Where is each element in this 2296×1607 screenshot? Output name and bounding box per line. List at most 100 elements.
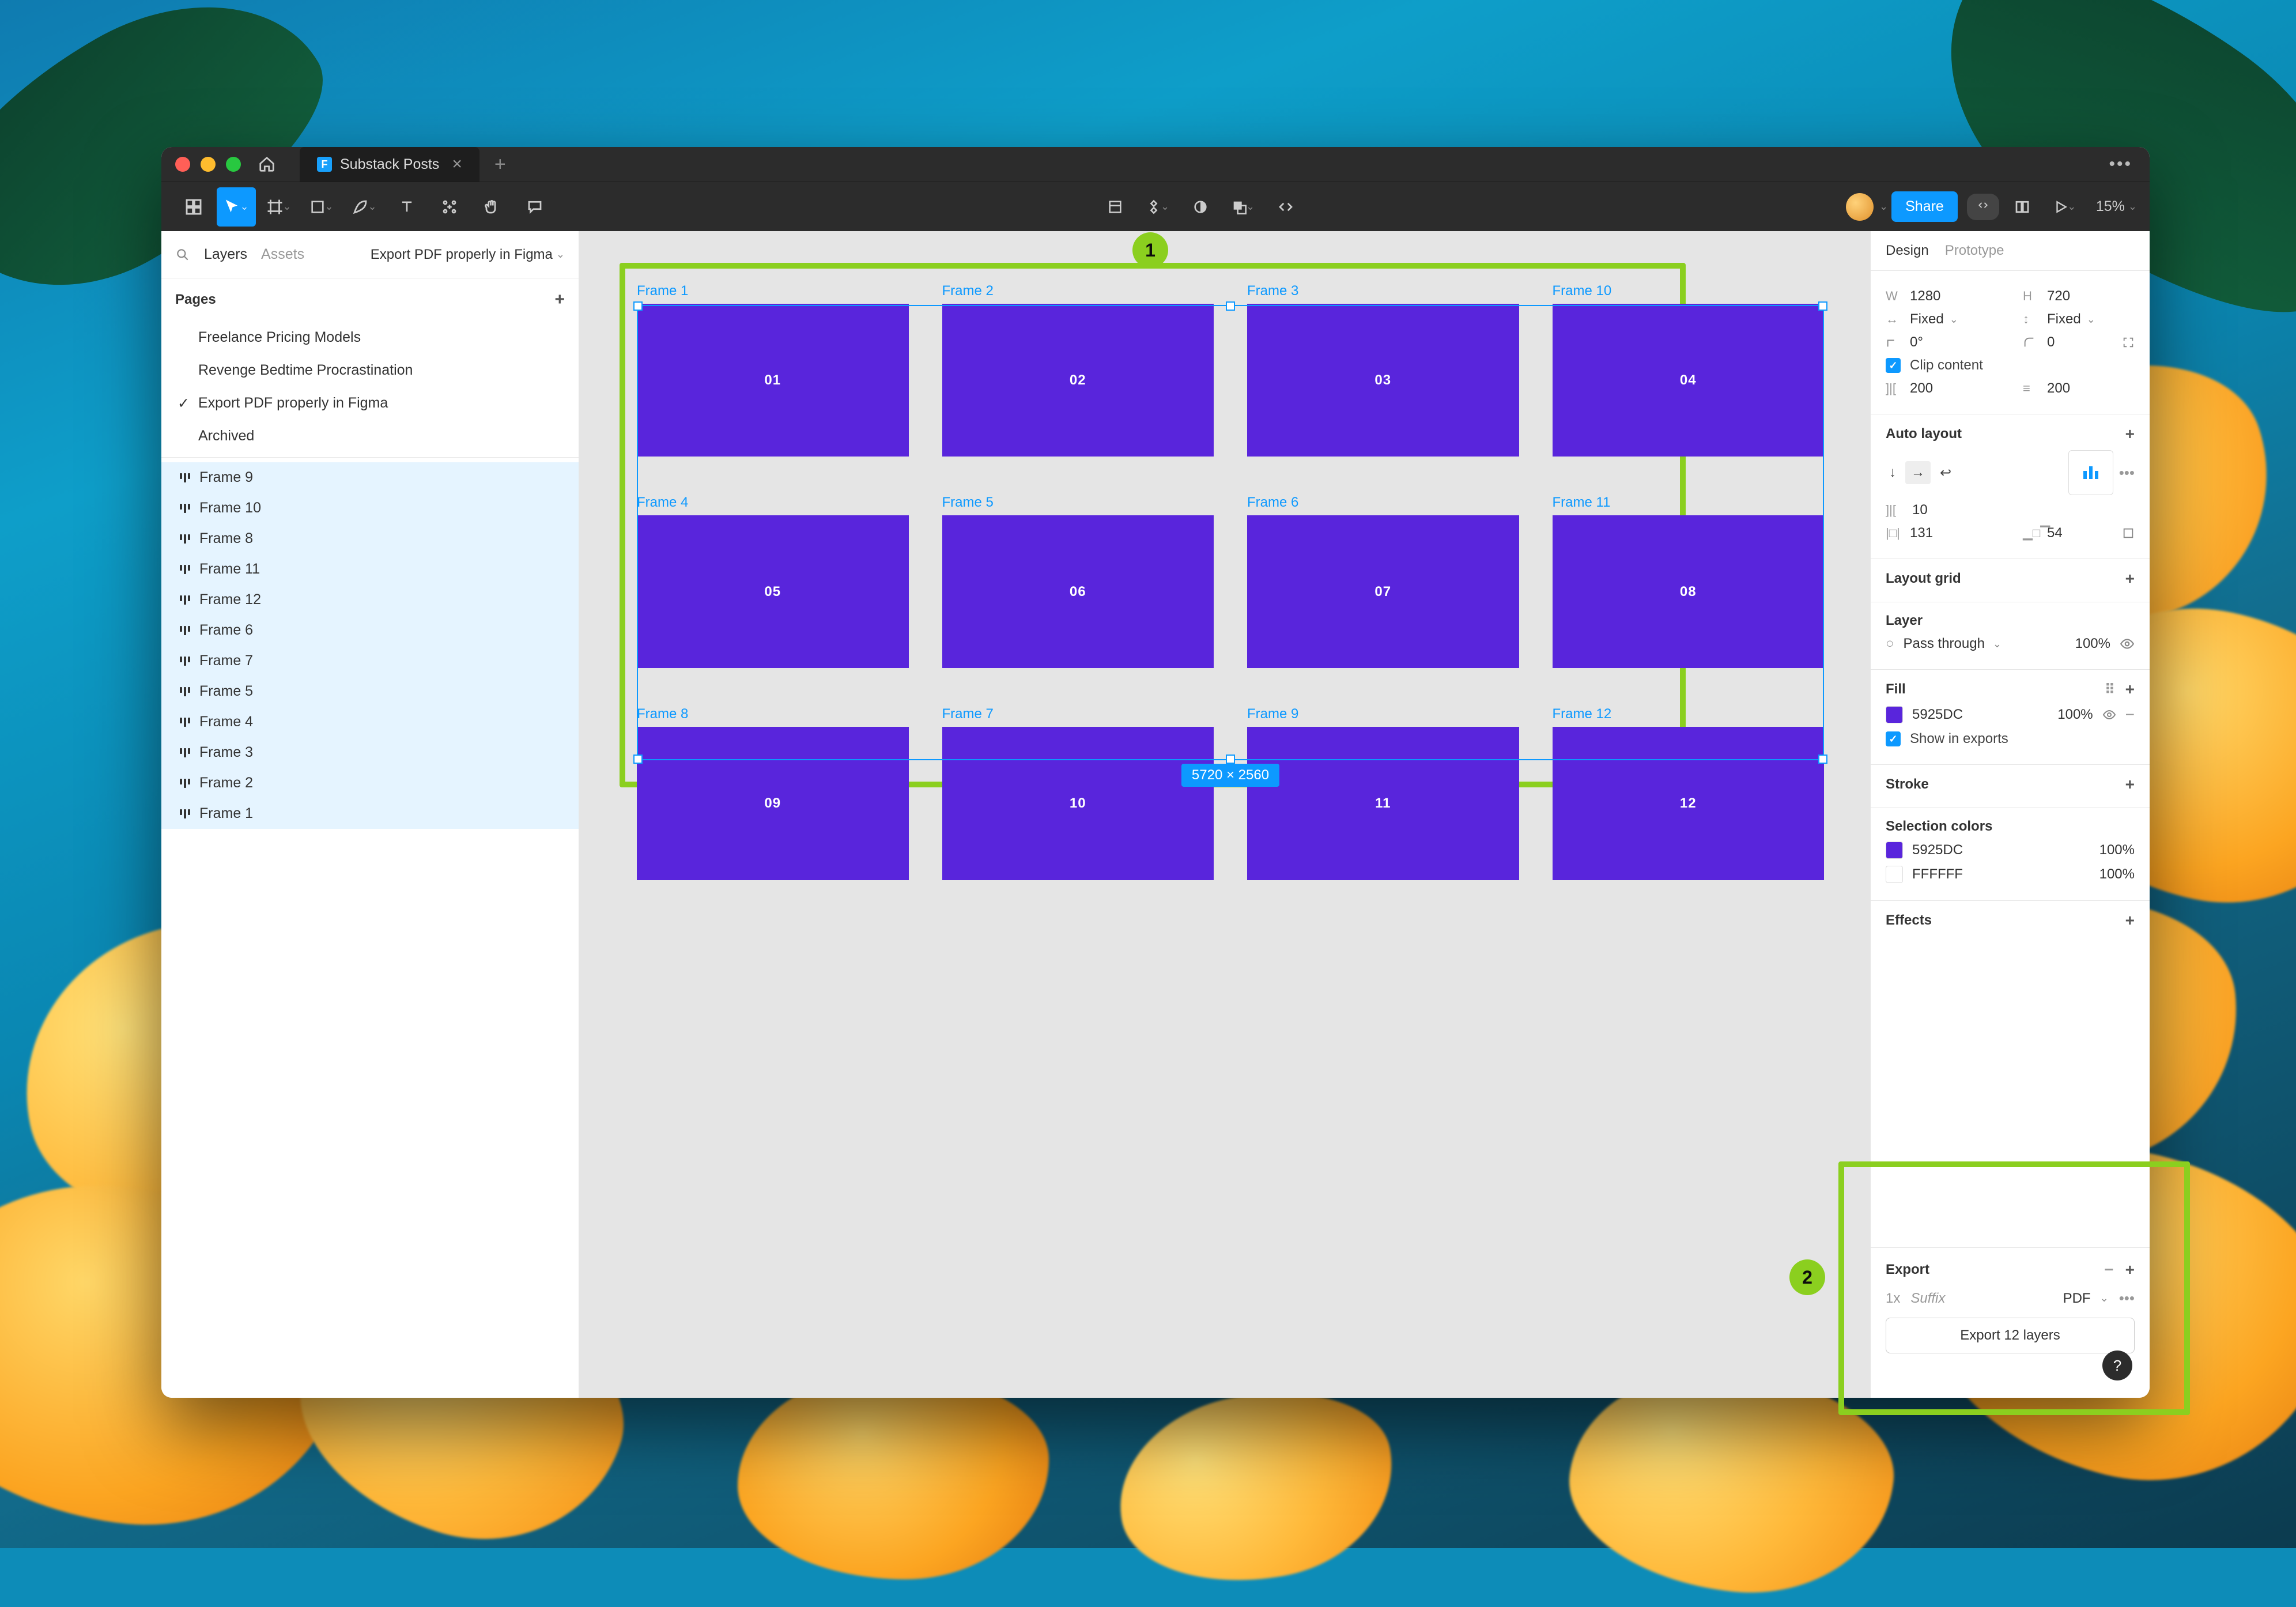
present-icon[interactable]: ⌄ xyxy=(2045,187,2084,227)
layer-item[interactable]: Frame 3 xyxy=(161,737,579,768)
resize-v-dropdown[interactable]: Fixed xyxy=(2047,311,2081,327)
canvas[interactable]: 1 5720 × 2560 Frame 101Frame 202Frame 30… xyxy=(579,231,1870,1398)
home-icon[interactable] xyxy=(258,156,275,173)
export-button[interactable]: Export 12 layers xyxy=(1886,1318,2135,1353)
fill-visibility-icon[interactable] xyxy=(2102,708,2116,722)
independent-padding-icon[interactable] xyxy=(2122,527,2135,540)
remove-export-button[interactable]: − xyxy=(2104,1261,2113,1279)
page-item[interactable]: Archived xyxy=(161,420,579,452)
frame-label[interactable]: Frame 2 xyxy=(942,283,1214,299)
independent-corners-icon[interactable] xyxy=(2122,336,2135,349)
prototype-tab[interactable]: Prototype xyxy=(1945,243,2004,259)
frame-tool[interactable]: ⌄ xyxy=(259,187,299,227)
new-tab-button[interactable]: + xyxy=(494,153,506,176)
export-settings-icon[interactable]: ••• xyxy=(2119,1289,2135,1307)
corner-radius-input[interactable]: 0 xyxy=(2047,334,2055,350)
gap-v-input[interactable]: 200 xyxy=(2047,380,2070,397)
item-spacing-input[interactable]: 10 xyxy=(1912,502,1928,518)
add-effect-button[interactable]: + xyxy=(2125,911,2135,930)
export-suffix-input[interactable]: Suffix xyxy=(1910,1291,2052,1307)
hand-tool[interactable] xyxy=(473,187,512,227)
direction-horizontal-icon[interactable]: → xyxy=(1905,461,1931,484)
design-tab[interactable]: Design xyxy=(1886,243,1929,259)
overflow-menu-icon[interactable]: ••• xyxy=(2109,154,2132,174)
layer-item[interactable]: Frame 11 xyxy=(161,554,579,584)
blend-mode-dropdown[interactable]: Pass through xyxy=(1904,636,1985,652)
sel-color-swatch[interactable] xyxy=(1886,842,1903,859)
file-name-dropdown[interactable]: Export PDF properly in Figma⌄ xyxy=(371,247,565,263)
visibility-icon[interactable] xyxy=(2120,636,2135,651)
frame-label[interactable]: Frame 10 xyxy=(1553,283,1825,299)
layer-item[interactable]: Frame 10 xyxy=(161,493,579,523)
height-input[interactable]: 720 xyxy=(2047,288,2070,304)
minimize-window-button[interactable] xyxy=(201,157,216,172)
layer-item[interactable]: Frame 8 xyxy=(161,523,579,554)
page-item[interactable]: ✓Export PDF properly in Figma xyxy=(161,387,579,420)
move-tool[interactable]: ⌄ xyxy=(217,187,256,227)
add-stroke-button[interactable]: + xyxy=(2125,775,2135,794)
add-page-button[interactable]: + xyxy=(554,290,565,310)
layer-item[interactable]: Frame 4 xyxy=(161,707,579,737)
help-button[interactable]: ? xyxy=(2102,1351,2132,1380)
direction-vertical-icon[interactable]: ↓ xyxy=(1886,461,1900,484)
mask-icon[interactable] xyxy=(1181,187,1220,227)
layer-opacity-input[interactable]: 100% xyxy=(2075,636,2110,652)
layer-item[interactable]: Frame 12 xyxy=(161,584,579,615)
maximize-window-button[interactable] xyxy=(226,157,241,172)
add-fill-button[interactable]: + xyxy=(2125,680,2135,699)
frame-label[interactable]: Frame 3 xyxy=(1247,283,1519,299)
gap-h-input[interactable]: 200 xyxy=(1910,380,1933,397)
layer-item[interactable]: Frame 6 xyxy=(161,615,579,646)
fill-styles-icon[interactable]: ⠿ xyxy=(2105,681,2115,698)
assets-tab[interactable]: Assets xyxy=(261,246,304,263)
width-input[interactable]: 1280 xyxy=(1910,288,1940,304)
layer-item[interactable]: Frame 2 xyxy=(161,768,579,798)
library-icon[interactable] xyxy=(2003,187,2042,227)
fill-hex-input[interactable]: 5925DC xyxy=(1912,707,1963,723)
page-item[interactable]: Revenge Bedtime Procrastination xyxy=(161,354,579,387)
export-format-dropdown[interactable]: PDF xyxy=(2063,1291,2091,1307)
layers-tab[interactable]: Layers xyxy=(204,246,247,263)
pen-tool[interactable]: ⌄ xyxy=(345,187,384,227)
rotation-input[interactable]: 0° xyxy=(1910,334,1923,350)
layer-item[interactable]: Frame 7 xyxy=(161,646,579,676)
boolean-icon[interactable]: ⌄ xyxy=(1223,187,1263,227)
sel-color-swatch[interactable] xyxy=(1886,866,1903,883)
shape-tool[interactable]: ⌄ xyxy=(302,187,341,227)
remove-fill-button[interactable]: − xyxy=(2125,706,2135,724)
zoom-dropdown[interactable]: 15%⌄ xyxy=(2096,198,2137,215)
text-tool[interactable] xyxy=(387,187,426,227)
component-insert-icon[interactable] xyxy=(1096,187,1135,227)
share-button[interactable]: Share xyxy=(1891,191,1958,222)
frame-label[interactable]: Frame 1 xyxy=(637,283,909,299)
export-scale-dropdown[interactable]: 1x xyxy=(1886,1291,1900,1307)
padding-v-input[interactable]: 54 xyxy=(2047,525,2063,541)
clip-content-checkbox[interactable]: ✓ xyxy=(1886,358,1901,373)
add-grid-button[interactable]: + xyxy=(2125,569,2135,588)
search-icon[interactable] xyxy=(175,247,190,262)
show-in-exports-checkbox[interactable]: ✓ xyxy=(1886,731,1901,746)
page-item[interactable]: Freelance Pricing Models xyxy=(161,321,579,354)
user-avatar[interactable] xyxy=(1846,193,1874,221)
padding-h-input[interactable]: 131 xyxy=(1910,525,1933,541)
layer-item[interactable]: Frame 9 xyxy=(161,462,579,493)
layer-item[interactable]: Frame 1 xyxy=(161,798,579,829)
variants-icon[interactable]: ⌄ xyxy=(1138,187,1177,227)
file-tab[interactable]: F Substack Posts × xyxy=(300,147,479,182)
close-window-button[interactable] xyxy=(175,157,190,172)
auto-layout-more-icon[interactable]: ••• xyxy=(2119,464,2135,482)
add-auto-layout-button[interactable]: + xyxy=(2125,425,2135,443)
tab-close-icon[interactable]: × xyxy=(452,156,462,173)
alignment-box[interactable] xyxy=(2068,450,2113,495)
resources-tool[interactable] xyxy=(430,187,469,227)
main-menu-button[interactable] xyxy=(174,187,213,227)
dev-handoff-icon[interactable] xyxy=(1266,187,1305,227)
fill-swatch[interactable] xyxy=(1886,706,1903,723)
layer-item[interactable]: Frame 5 xyxy=(161,676,579,707)
wrap-icon[interactable]: ↩ xyxy=(1936,461,1955,485)
fill-opacity-input[interactable]: 100% xyxy=(2057,707,2093,723)
comment-tool[interactable] xyxy=(515,187,554,227)
add-export-button[interactable]: + xyxy=(2125,1261,2135,1279)
dev-mode-toggle[interactable] xyxy=(1967,194,1999,220)
resize-h-dropdown[interactable]: Fixed xyxy=(1910,311,1944,327)
